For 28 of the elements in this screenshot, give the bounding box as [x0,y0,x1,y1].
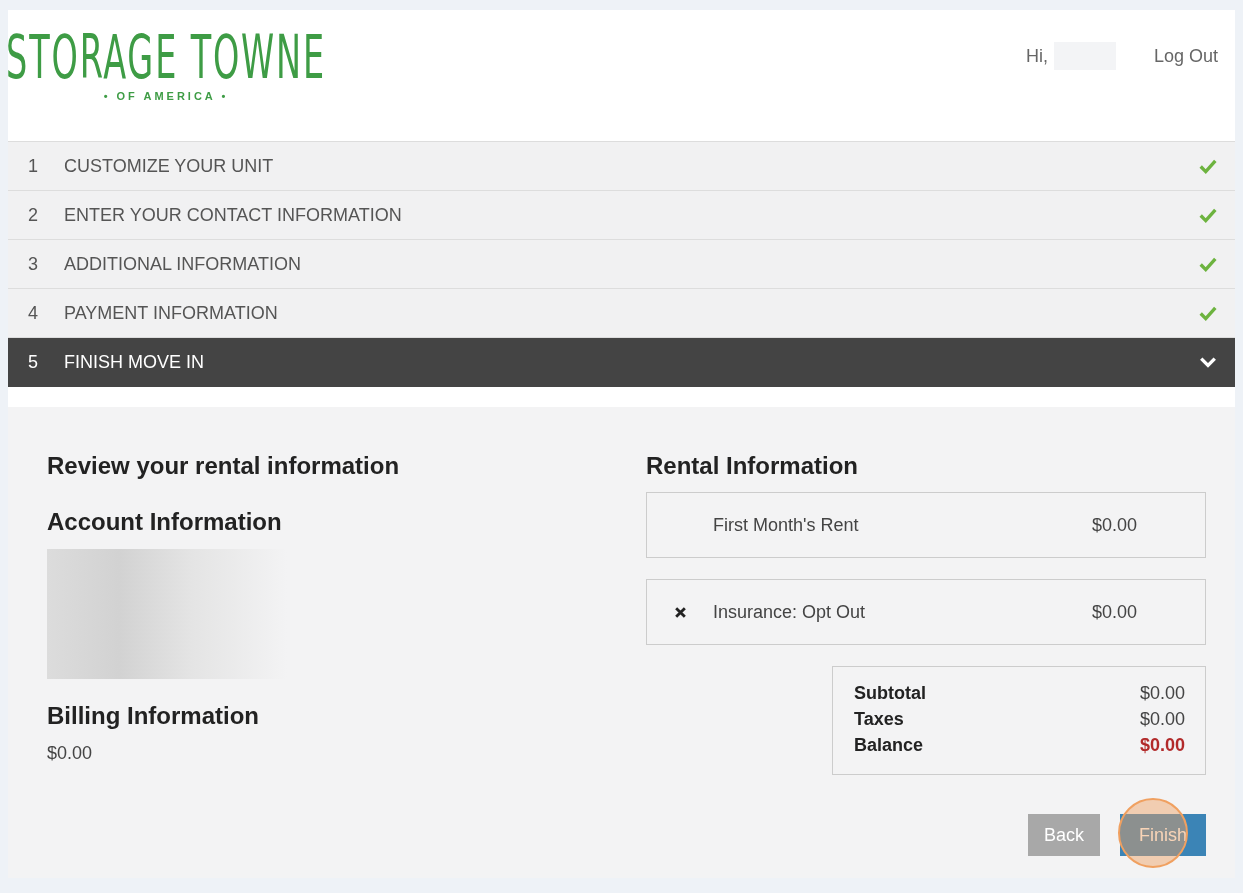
greeting-text: Hi, [1025,45,1048,67]
check-icon [1199,206,1217,224]
section-heading: Review your rental information [47,451,400,481]
step-header[interactable]: 4 PAYMENT INFORMATION [8,289,1235,338]
total-label: Subtotal [854,682,926,705]
check-icon [1199,304,1217,322]
step-header[interactable]: 5 FINISH MOVE IN [8,338,1235,387]
total-label: Taxes [854,708,904,731]
section-heading: Account Information [47,507,282,537]
total-label: Balance [854,734,924,757]
total-amount: $0.00 [1139,682,1185,705]
section-heading: Rental Information [646,451,859,481]
check-icon [1199,157,1217,175]
item-label: First Month's Rent [713,514,860,536]
item-amount: $0.00 [1092,601,1139,623]
item-label: Insurance: Opt Out [713,601,867,623]
step-header[interactable]: 2 ENTER YOUR CONTACT INFORMATION [8,191,1235,240]
logo-tagline: • OF AMERICA • [103,90,229,102]
total-amount: $0.00 [1139,708,1185,731]
item-amount: $0.00 [1092,514,1139,536]
step-header[interactable]: 3 ADDITIONAL INFORMATION [8,240,1235,289]
check-icon [1199,255,1217,273]
section-heading: Billing Information [47,701,259,731]
close-icon [673,605,687,619]
logout-link[interactable]: Log Out [1153,45,1218,67]
billing-amount: $0.00 [47,743,93,764]
step-header[interactable]: 1 CUSTOMIZE YOUR UNIT [8,142,1235,191]
total-amount: $0.00 [1139,734,1185,757]
